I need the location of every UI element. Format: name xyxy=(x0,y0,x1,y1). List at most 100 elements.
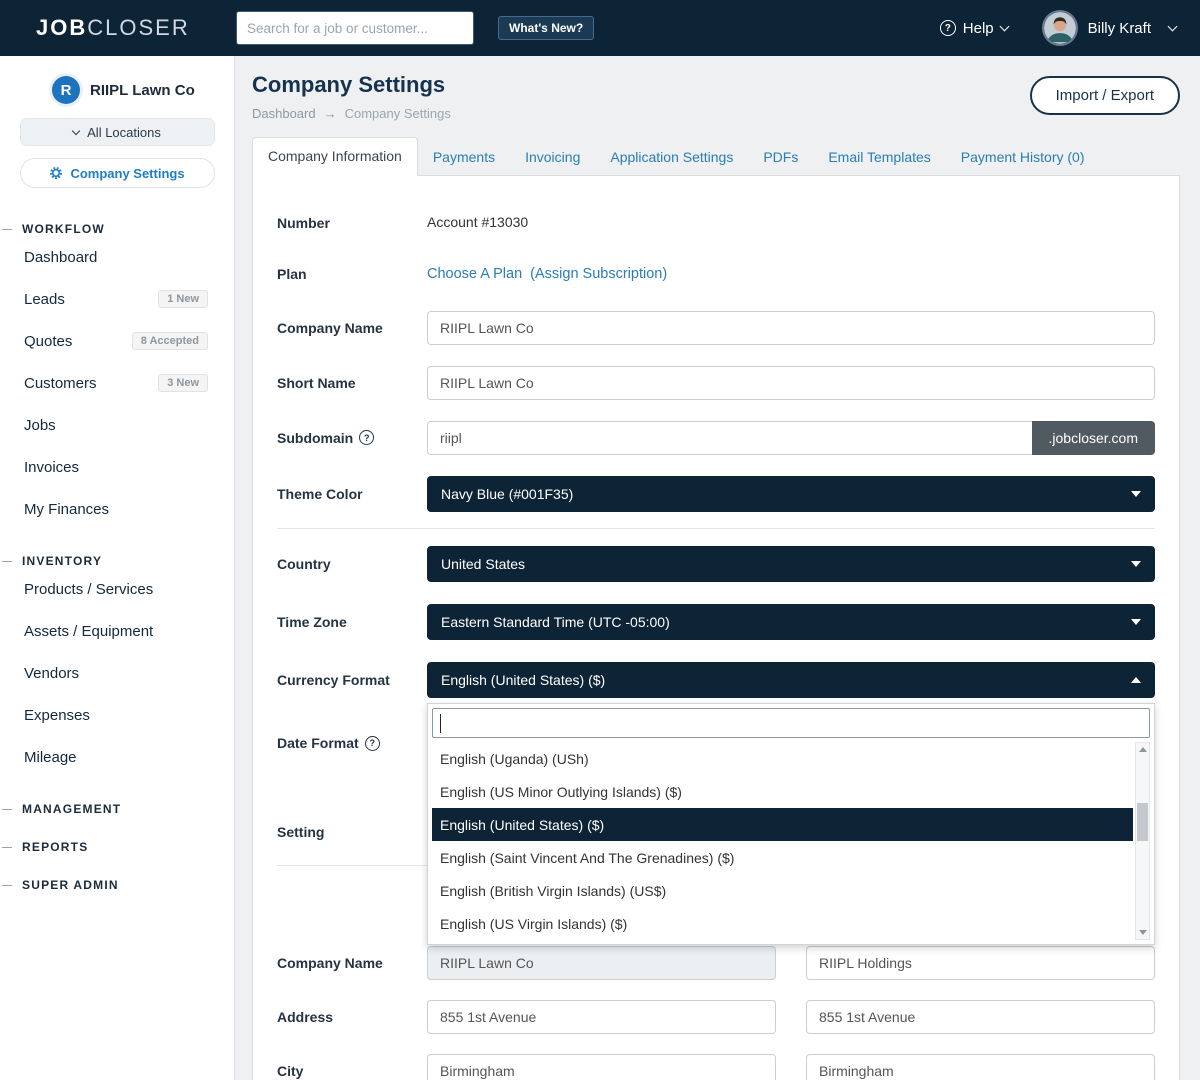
currency-option[interactable]: English (US Minor Outlying Islands) ($) xyxy=(432,775,1133,808)
section-title: SUPER ADMIN xyxy=(22,878,119,892)
timezone-select[interactable]: Eastern Standard Time (UTC -05:00) xyxy=(427,604,1155,640)
sidebar-item-label: Jobs xyxy=(24,417,56,434)
currency-format-select[interactable]: English (United States) ($) xyxy=(427,662,1155,698)
whats-new-button[interactable]: What's New? xyxy=(498,16,594,40)
theme-color-select[interactable]: Navy Blue (#001F35) xyxy=(427,476,1155,512)
field-row-subdomain: Subdomain ? .jobcloser.com xyxy=(277,410,1155,465)
tab-application-settings[interactable]: Application Settings xyxy=(595,139,748,175)
currency-option-selected[interactable]: English (United States) ($) xyxy=(432,808,1133,841)
company-name-input[interactable] xyxy=(427,311,1155,345)
sidebar-item-invoices[interactable]: Invoices xyxy=(0,446,234,488)
customers-badge: 3 New xyxy=(158,374,208,392)
currency-option[interactable]: English (Uganda) (USh) xyxy=(432,742,1133,775)
subdomain-help-icon[interactable]: ? xyxy=(359,430,374,445)
sidebar-item-assets-equipment[interactable]: Assets / Equipment xyxy=(0,610,234,652)
short-name-input[interactable] xyxy=(427,366,1155,400)
logo-primary: JOB xyxy=(36,15,87,40)
tab-pdfs[interactable]: PDFs xyxy=(748,139,813,175)
tab-payment-history[interactable]: Payment History (0) xyxy=(946,139,1100,175)
sidebar-item-label: Leads xyxy=(24,291,65,308)
help-label: Help xyxy=(963,20,994,37)
location-primary-address-input[interactable] xyxy=(427,1000,776,1034)
field-row-short-name: Short Name xyxy=(277,355,1155,410)
user-menu[interactable]: Billy Kraft xyxy=(1088,20,1176,37)
user-name: Billy Kraft xyxy=(1088,20,1151,37)
company-name-label: Company Name xyxy=(277,320,427,336)
logo-secondary: CLOSER xyxy=(87,15,189,40)
sidebar-item-quotes[interactable]: Quotes 8 Accepted xyxy=(0,320,234,362)
tab-email-templates[interactable]: Email Templates xyxy=(813,139,945,175)
sidebar-item-label: Mileage xyxy=(24,749,77,766)
top-bar: JOBCLOSER What's New? ? Help Billy Kraft xyxy=(0,0,1200,56)
date-format-help-icon[interactable]: ? xyxy=(365,736,380,751)
subdomain-label: Subdomain xyxy=(277,430,353,446)
subdomain-suffix: .jobcloser.com xyxy=(1032,421,1155,455)
sidebar-item-vendors[interactable]: Vendors xyxy=(0,652,234,694)
scroll-up-arrow-icon[interactable] xyxy=(1139,747,1147,752)
tab-bar: Company Information Payments Invoicing A… xyxy=(252,137,1180,175)
gear-icon xyxy=(49,166,63,180)
section-workflow: WORKFLOW xyxy=(2,222,234,236)
currency-option[interactable]: English (Saint Vincent And The Grenadine… xyxy=(432,841,1133,874)
currency-dropdown-search-input[interactable] xyxy=(432,708,1150,738)
sidebar-item-leads[interactable]: Leads 1 New xyxy=(0,278,234,320)
scrollbar-thumb[interactable] xyxy=(1137,803,1148,841)
location-primary-company-name-input[interactable] xyxy=(427,946,776,980)
user-avatar[interactable] xyxy=(1042,10,1078,46)
company-avatar: R xyxy=(52,76,80,104)
sidebar-item-label: Vendors xyxy=(24,665,79,682)
field-row-company-name: Company Name xyxy=(277,300,1155,355)
tab-payments[interactable]: Payments xyxy=(418,139,510,175)
tab-invoicing[interactable]: Invoicing xyxy=(510,139,595,175)
sidebar-item-products-services[interactable]: Products / Services xyxy=(0,568,234,610)
address-label: Address xyxy=(277,1009,427,1025)
field-row-location-city: City xyxy=(277,1044,1155,1080)
sidebar-item-dashboard[interactable]: Dashboard xyxy=(0,236,234,278)
currency-option-list: English (Uganda) (USh) English (US Minor… xyxy=(432,742,1133,940)
dropdown-scrollbar[interactable] xyxy=(1135,742,1150,940)
section-reports[interactable]: REPORTS xyxy=(2,840,234,854)
chevron-down-icon xyxy=(1131,619,1141,625)
section-super-admin[interactable]: SUPER ADMIN xyxy=(2,878,234,892)
currency-option[interactable]: English (US Virgin Islands) ($) xyxy=(432,907,1133,940)
country-select[interactable]: United States xyxy=(427,546,1155,582)
location-secondary-city-input[interactable] xyxy=(806,1054,1155,1080)
theme-color-value: Navy Blue (#001F35) xyxy=(441,486,573,502)
breadcrumb-home[interactable]: Dashboard xyxy=(252,106,316,121)
app-logo[interactable]: JOBCLOSER xyxy=(36,15,236,41)
field-row-country: Country United States xyxy=(277,535,1155,593)
topbar-right: ? Help Billy Kraft xyxy=(940,10,1176,46)
location-secondary-company-name-input[interactable] xyxy=(806,946,1155,980)
country-label: Country xyxy=(277,556,427,572)
chevron-down-icon xyxy=(1131,561,1141,567)
subdomain-input[interactable] xyxy=(427,421,1032,455)
location-primary-city-input[interactable] xyxy=(427,1054,776,1080)
currency-option[interactable]: English (British Virgin Islands) (US$) xyxy=(432,874,1133,907)
sidebar-item-expenses[interactable]: Expenses xyxy=(0,694,234,736)
currency-format-label: Currency Format xyxy=(277,672,427,688)
help-menu[interactable]: ? Help xyxy=(940,20,1008,37)
currency-dropdown-panel: English (Uganda) (USh) English (US Minor… xyxy=(427,703,1155,945)
country-value: United States xyxy=(441,556,525,572)
tab-company-information[interactable]: Company Information xyxy=(252,137,418,176)
quotes-badge: 8 Accepted xyxy=(132,332,208,350)
company-settings-button[interactable]: Company Settings xyxy=(20,158,215,188)
date-format-label: Date Format xyxy=(277,735,359,751)
locations-form-section: Company Name Address xyxy=(277,936,1155,1080)
sidebar-item-mileage[interactable]: Mileage xyxy=(0,736,234,778)
choose-plan-link[interactable]: Choose A Plan xyxy=(427,266,522,282)
sidebar-item-jobs[interactable]: Jobs xyxy=(0,404,234,446)
location-secondary-address-input[interactable] xyxy=(806,1000,1155,1034)
all-locations-dropdown[interactable]: All Locations xyxy=(20,118,215,146)
assign-subscription-link[interactable]: (Assign Subscription) xyxy=(530,266,667,282)
chevron-down-icon xyxy=(1131,491,1141,497)
city-label: City xyxy=(277,1063,427,1079)
field-row-currency-format: Currency Format English (United States) … xyxy=(277,651,1155,709)
sidebar-item-my-finances[interactable]: My Finances xyxy=(0,488,234,530)
breadcrumb-current: Company Settings xyxy=(345,106,451,121)
scroll-down-arrow-icon[interactable] xyxy=(1139,930,1147,935)
global-search-input[interactable] xyxy=(236,11,474,45)
import-export-button[interactable]: Import / Export xyxy=(1030,76,1180,115)
section-management[interactable]: MANAGEMENT xyxy=(2,802,234,816)
sidebar-item-customers[interactable]: Customers 3 New xyxy=(0,362,234,404)
